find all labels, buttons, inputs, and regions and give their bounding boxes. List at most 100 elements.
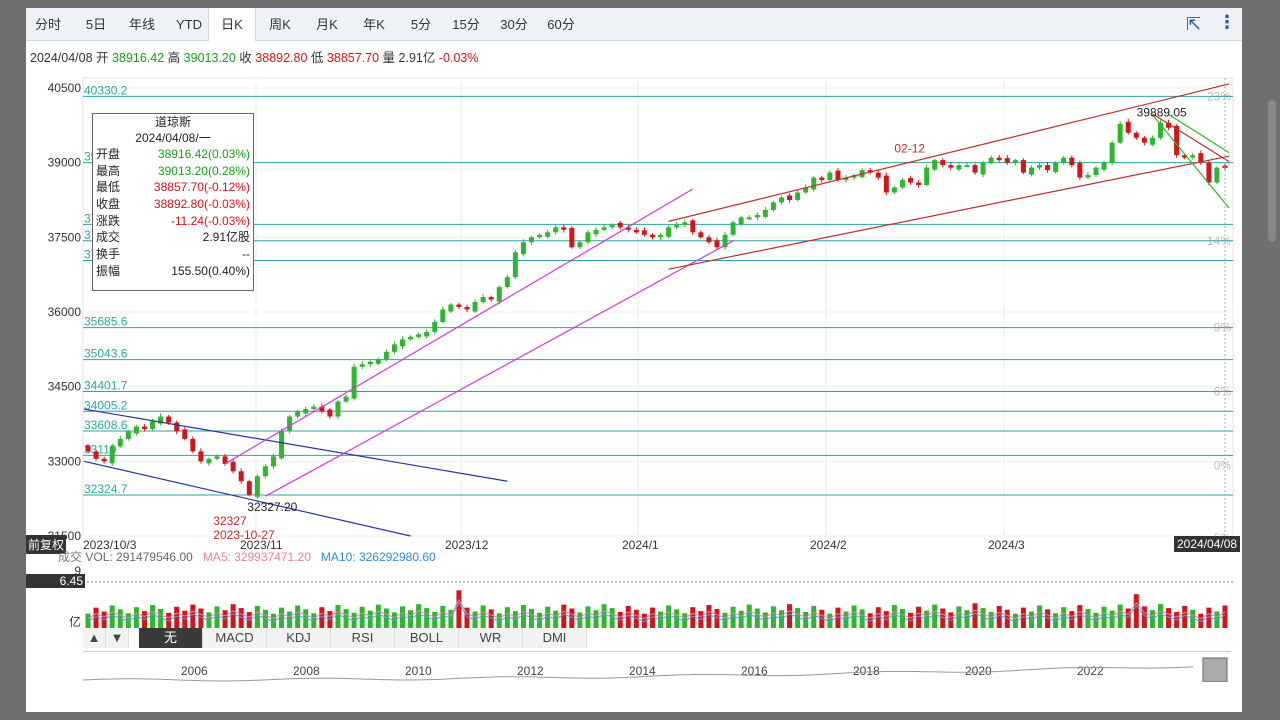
candle-body	[1101, 162, 1107, 170]
tooltip-row: 换手 --	[93, 246, 253, 263]
candle-body	[279, 431, 285, 459]
candle-body	[182, 429, 188, 439]
candle-body	[1085, 175, 1091, 178]
volume-bar	[254, 605, 260, 628]
candle-body	[1093, 167, 1099, 176]
candle-body	[1037, 165, 1043, 168]
candle-body	[1020, 160, 1026, 173]
candle-body	[1004, 158, 1010, 163]
candle-body	[940, 160, 946, 166]
candle-body	[617, 222, 623, 228]
candle-body	[593, 229, 599, 235]
tooltip-key: 最低	[96, 180, 121, 195]
level-label: 40330.2	[84, 83, 128, 97]
level-label: 32324.7	[84, 482, 128, 496]
candle-body	[561, 227, 567, 230]
tooltip-row: 成交 2.91亿股	[93, 229, 253, 246]
candle-body	[1053, 162, 1059, 173]
volume-bar	[932, 604, 938, 628]
candle-body	[109, 446, 115, 464]
volume-bar	[601, 604, 607, 628]
candle-body	[964, 165, 970, 168]
x-tick-label: 2024/3	[988, 538, 1025, 552]
candle-body	[464, 307, 470, 310]
candle-body	[190, 438, 196, 452]
y-tick-label: 39000	[48, 156, 82, 170]
volume-bar	[972, 603, 978, 628]
volume-bar	[375, 604, 381, 628]
candle-body	[496, 287, 502, 302]
tooltip-key: 最高	[96, 163, 121, 178]
candle-body	[690, 220, 696, 233]
tooltip-row: 最低 38857.70(-0.12%)	[93, 179, 253, 196]
candle-body	[101, 458, 107, 462]
volume-bar	[1077, 605, 1083, 628]
candle-body	[738, 217, 744, 225]
candle-body	[303, 409, 309, 414]
candle-body	[174, 422, 180, 432]
candle-body	[367, 361, 373, 365]
candle-body	[383, 351, 389, 360]
volume-bar	[520, 605, 526, 628]
tooltip-row: 振幅 155.50(0.40%)	[93, 263, 253, 280]
candle-body	[1141, 137, 1147, 143]
x-tick-label: 2023/12	[445, 538, 489, 552]
candle-body	[883, 175, 889, 193]
candle-body	[948, 165, 954, 168]
candle-body	[488, 297, 494, 300]
candle-body	[93, 451, 99, 459]
candle-body	[601, 227, 607, 230]
volume-bar	[851, 605, 857, 628]
candle-body	[408, 336, 414, 340]
volume-bar	[1117, 604, 1123, 628]
candle-body	[529, 237, 535, 243]
candle-body	[375, 359, 381, 364]
level-label: 35043.6	[84, 347, 128, 361]
candle-body	[246, 481, 252, 495]
last-date-label: 2024/04/08	[1174, 536, 1241, 552]
tooltip-value: 38892.80(-0.03%)	[153, 197, 250, 212]
candle-body	[835, 170, 841, 181]
nav-handle[interactable]	[1202, 657, 1228, 682]
arrow-up-icon[interactable]: ▲	[83, 628, 106, 648]
scrollbar[interactable]	[1268, 100, 1276, 242]
volume-bar	[787, 604, 793, 628]
candle-body	[520, 242, 526, 255]
volume-ma10: MA10: 326292980.60	[320, 550, 436, 564]
volume-bar	[1157, 604, 1163, 628]
volume-bar	[891, 605, 897, 628]
candle-body	[1028, 167, 1034, 175]
candle-body	[972, 165, 978, 173]
volume-axis-mid: 6.45	[26, 574, 85, 588]
candle-body	[1045, 165, 1051, 171]
candle-body	[1077, 163, 1083, 178]
candle-body	[1012, 160, 1018, 163]
tooltip-key: 涨跌	[96, 213, 121, 228]
indicator-5[interactable]: WR	[459, 628, 523, 648]
candle-body	[553, 227, 559, 233]
candle-body	[359, 364, 365, 367]
candle-body	[166, 416, 172, 423]
candle-body	[141, 426, 147, 429]
indicator-3[interactable]: RSI	[331, 628, 395, 648]
volume-bar	[811, 605, 817, 628]
tooltip-title: 道琼斯	[154, 115, 191, 129]
arrow-down-icon[interactable]: ▼	[106, 628, 129, 648]
candle-body	[472, 302, 478, 312]
indicator-6[interactable]: DMI	[523, 628, 587, 648]
indicator-0[interactable]: 无	[139, 628, 203, 648]
candle-body	[875, 172, 881, 178]
volume-ma5: MA5: 329937471.20	[202, 550, 311, 564]
indicator-2[interactable]: KDJ	[267, 628, 331, 648]
x-tick-label: 2024/2	[810, 538, 847, 552]
y-tick-label: 37500	[48, 230, 82, 244]
candle-body	[125, 431, 131, 439]
navigator[interactable]: 2006 2008 2010 2012 2014 2016 2018 2020 2022	[83, 651, 1231, 682]
candle-body	[480, 297, 486, 303]
candle-body	[117, 438, 123, 447]
indicator-1[interactable]: MACD	[203, 628, 267, 648]
candle-body	[295, 411, 301, 417]
volume-value: VOL: 291479546.00	[85, 550, 193, 564]
indicator-4[interactable]: BOLL	[395, 628, 459, 648]
candle-body	[778, 197, 784, 203]
